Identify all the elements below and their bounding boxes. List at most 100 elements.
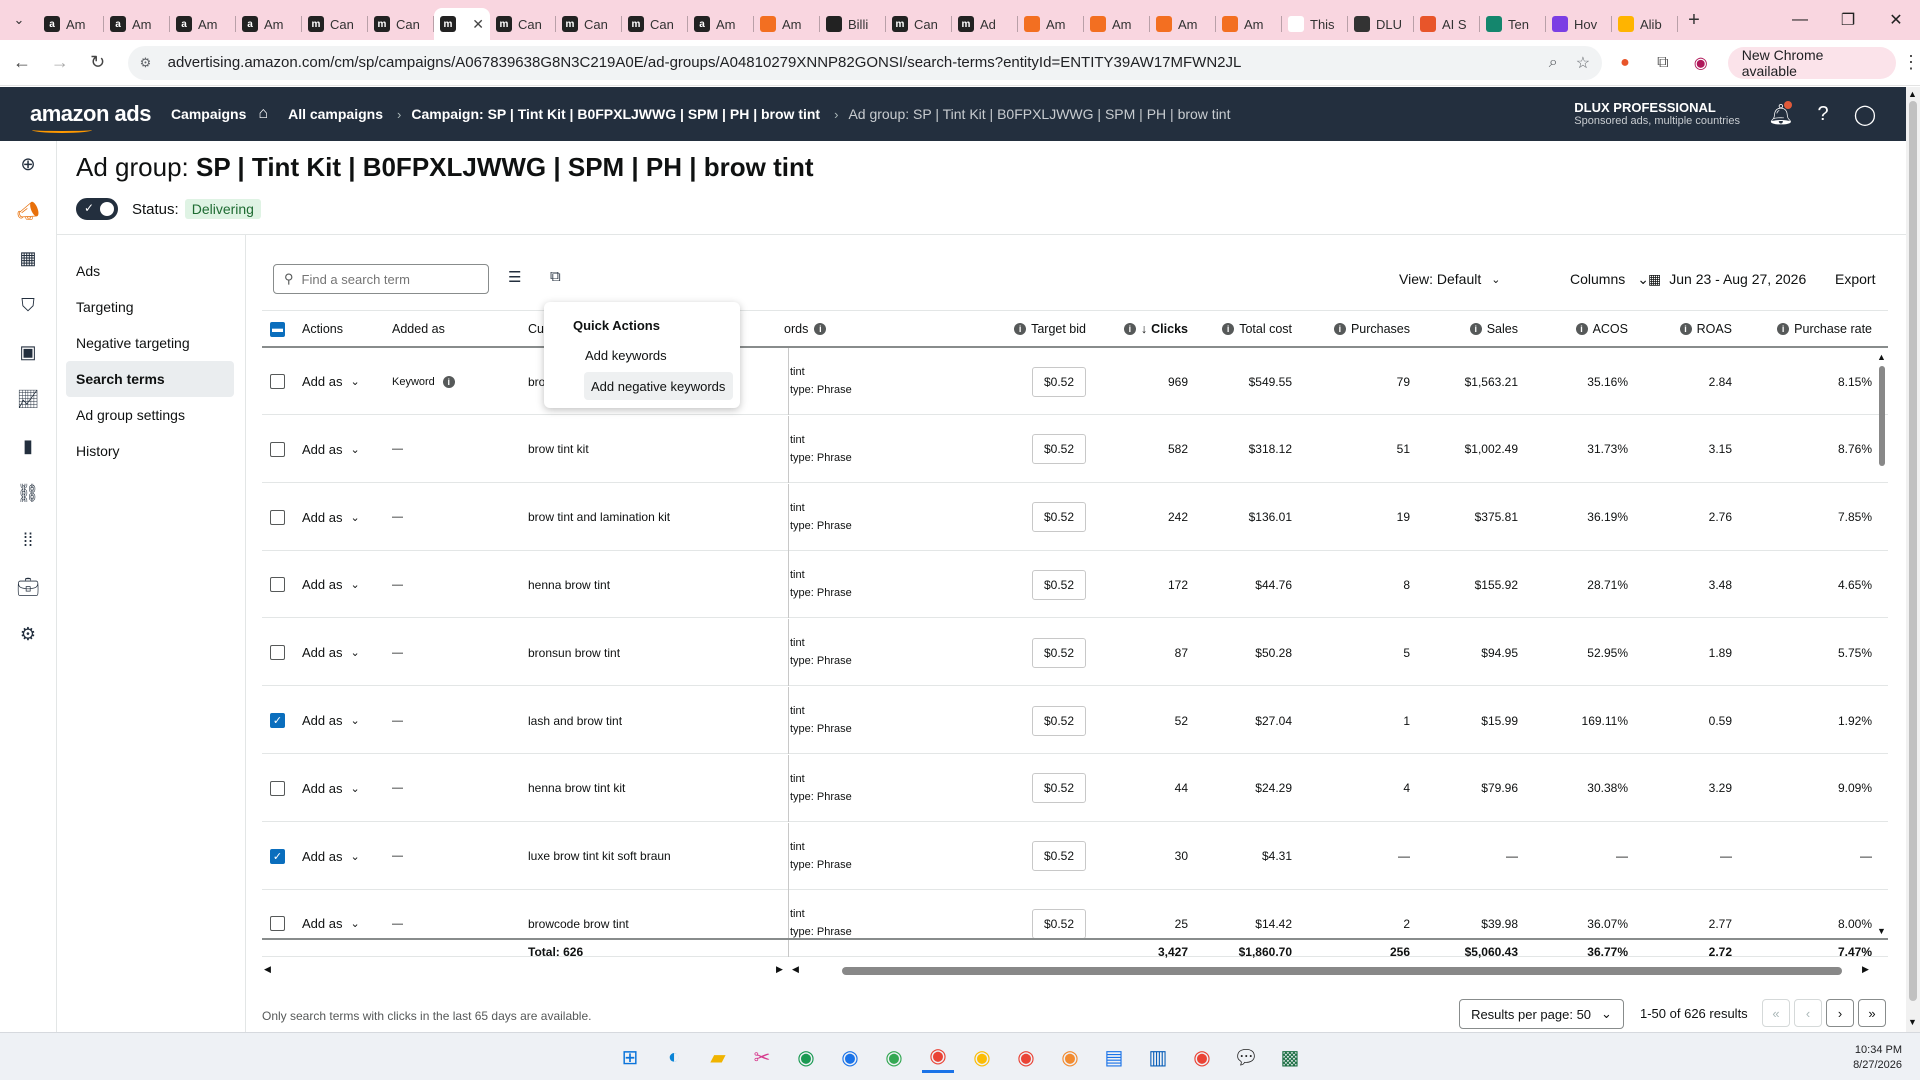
row-checkbox-checked[interactable]: ✓: [270, 848, 285, 864]
subnav-item-history[interactable]: History: [66, 433, 234, 469]
info-icon[interactable]: i: [1333, 323, 1346, 335]
last-page-button[interactable]: »: [1858, 999, 1886, 1027]
breadcrumb-all-campaigns[interactable]: All campaigns: [288, 106, 383, 122]
info-icon[interactable]: i: [1222, 323, 1235, 335]
search-term-field[interactable]: ⚲: [273, 264, 489, 294]
scroll-up-icon[interactable]: ▲: [1877, 352, 1886, 362]
restore-icon[interactable]: ❐: [1824, 0, 1872, 40]
subnav-item-ad-group-settings[interactable]: Ad group settings: [66, 397, 234, 433]
info-icon[interactable]: i: [1123, 323, 1136, 335]
row-checkbox[interactable]: [270, 441, 285, 457]
quick-actions-icon[interactable]: ⧉: [550, 268, 561, 285]
add-as-dropdown[interactable]: Add as ⌄: [302, 484, 360, 551]
view-dropdown[interactable]: View: Default ⌄: [1399, 264, 1500, 294]
target-bid-input[interactable]: $0.52: [1032, 637, 1086, 668]
info-icon[interactable]: i: [1469, 323, 1482, 335]
row-checkbox[interactable]: [270, 577, 285, 593]
scroll-right-icon[interactable]: ▶: [776, 964, 783, 975]
browser-tab[interactable]: a Am: [170, 8, 236, 40]
chrome-profile-icon[interactable]: ◉: [790, 1041, 822, 1073]
next-page-button[interactable]: ›: [1826, 999, 1854, 1027]
forward-icon[interactable]: →: [44, 47, 76, 79]
start-windows-icon[interactable]: ⊞: [614, 1041, 646, 1073]
close-tab-icon[interactable]: ✕: [472, 16, 484, 33]
add-keywords-menu-item[interactable]: Add keywords: [585, 348, 667, 363]
home-icon[interactable]: ⌂: [258, 105, 268, 123]
dashboard-grid-icon[interactable]: ▦: [0, 235, 56, 282]
browser-tab[interactable]: AI S: [1414, 8, 1480, 40]
browser-tab[interactable]: Am: [1018, 8, 1084, 40]
browser-tab[interactable]: m Can: [622, 8, 688, 40]
scroll-left-icon[interactable]: ◀: [264, 964, 271, 975]
subnav-item-search-terms[interactable]: Search terms: [66, 361, 234, 397]
col-target-bid[interactable]: i Target bid: [982, 311, 1086, 347]
page-scrollbar[interactable]: ▲ ▼: [1906, 87, 1920, 1032]
search-term-cell[interactable]: lash and brow tint: [528, 687, 622, 754]
row-checkbox-cell[interactable]: [270, 416, 285, 483]
account-switcher[interactable]: DLUX PROFESSIONAL Sponsored ads, multipl…: [1574, 100, 1740, 129]
col-roas[interactable]: i ROAS: [1642, 311, 1732, 347]
info-icon[interactable]: i: [1014, 323, 1027, 335]
snipping-tool-icon[interactable]: ✂: [746, 1041, 778, 1073]
row-checkbox[interactable]: [270, 916, 285, 932]
target-bid-input[interactable]: $0.52: [1032, 502, 1086, 533]
search-term-cell[interactable]: henna brow tint: [528, 551, 610, 618]
browser-tab[interactable]: Am: [1084, 8, 1150, 40]
extensions-puzzle-icon[interactable]: ⧉: [1648, 48, 1678, 78]
info-icon[interactable]: i: [442, 375, 455, 388]
minimize-icon[interactable]: —: [1776, 0, 1824, 40]
row-checkbox-cell[interactable]: ✓: [270, 823, 285, 890]
row-checkbox[interactable]: [270, 780, 285, 796]
col-purchases[interactable]: i Purchases: [1302, 311, 1410, 347]
scroll-right-icon[interactable]: ▶: [1862, 964, 1869, 975]
connections-icon[interactable]: ⛓: [0, 470, 56, 517]
chrome-profile-icon[interactable]: ◉: [1054, 1041, 1086, 1073]
browser-tab[interactable]: m Can: [368, 8, 434, 40]
add-as-dropdown[interactable]: Add as ⌄: [302, 416, 360, 483]
chat-icon[interactable]: 💬︎: [1230, 1041, 1262, 1073]
new-chrome-available-button[interactable]: New Chrome available: [1727, 46, 1896, 79]
col-purchase-rate[interactable]: i Purchase rate: [1742, 311, 1872, 347]
campaigns-megaphone-icon[interactable]: 📣︎: [0, 188, 56, 235]
info-icon[interactable]: i: [1777, 323, 1790, 335]
browser-tab[interactable]: Ten: [1480, 8, 1546, 40]
target-bid-input[interactable]: $0.52: [1032, 569, 1086, 600]
browser-tab[interactable]: Billi: [820, 8, 886, 40]
browser-tab[interactable]: m ✕: [434, 8, 490, 40]
date-range-picker[interactable]: ▦ Jun 23 - Aug 27, 2026: [1648, 264, 1806, 294]
chrome-active-icon[interactable]: ◉: [922, 1041, 954, 1073]
search-term-cell[interactable]: luxe brow tint kit soft braun: [528, 823, 671, 890]
browser-tab[interactable]: m Can: [302, 8, 368, 40]
row-checkbox-cell[interactable]: [270, 755, 285, 822]
tab-search-button[interactable]: ⌄: [0, 0, 38, 40]
add-as-dropdown[interactable]: Add as ⌄: [302, 551, 360, 618]
search-term-cell[interactable]: brow tint kit: [528, 416, 589, 483]
horizontal-scroll-thumb[interactable]: [842, 967, 1842, 975]
add-as-dropdown[interactable]: Add as ⌄: [302, 755, 360, 822]
ad-group-enable-toggle[interactable]: ✓: [76, 198, 118, 220]
file-explorer-icon[interactable]: ▰: [702, 1041, 734, 1073]
subnav-item-targeting[interactable]: Targeting: [66, 289, 234, 325]
chrome-profile-icon[interactable]: ◉: [1186, 1041, 1218, 1073]
breadcrumb-campaign[interactable]: Campaign: SP | Tint Kit | B0FPXLJWWG | S…: [411, 106, 820, 122]
omnibox[interactable]: ⚙ advertising.amazon.com/cm/sp/campaigns…: [127, 45, 1603, 80]
vertical-scroll-thumb[interactable]: [1879, 366, 1885, 466]
subnav-item-ads[interactable]: Ads: [66, 253, 234, 289]
browser-tab[interactable]: m Can: [886, 8, 952, 40]
info-icon[interactable]: i: [1575, 323, 1588, 335]
notifications-bell-icon[interactable]: 🔔︎: [1760, 93, 1802, 135]
target-bid-input[interactable]: $0.52: [1032, 705, 1086, 736]
scroll-down-icon[interactable]: ▼: [1877, 926, 1886, 936]
brand-shield-icon[interactable]: ⛉: [0, 282, 56, 329]
browser-tab[interactable]: DLU: [1348, 8, 1414, 40]
chrome-profile-icon[interactable]: ◉: [878, 1041, 910, 1073]
browser-tab[interactable]: a Am: [236, 8, 302, 40]
target-bid-input[interactable]: $0.52: [1032, 908, 1086, 939]
browser-tab[interactable]: m Can: [556, 8, 622, 40]
search-term-cell[interactable]: bronsun brow tint: [528, 619, 620, 686]
row-checkbox[interactable]: [270, 645, 285, 661]
row-checkbox-cell[interactable]: [270, 551, 285, 618]
row-checkbox-checked[interactable]: ✓: [270, 713, 285, 728]
create-plus-icon[interactable]: ⊕: [0, 141, 56, 188]
target-bid-input[interactable]: $0.52: [1032, 773, 1086, 804]
